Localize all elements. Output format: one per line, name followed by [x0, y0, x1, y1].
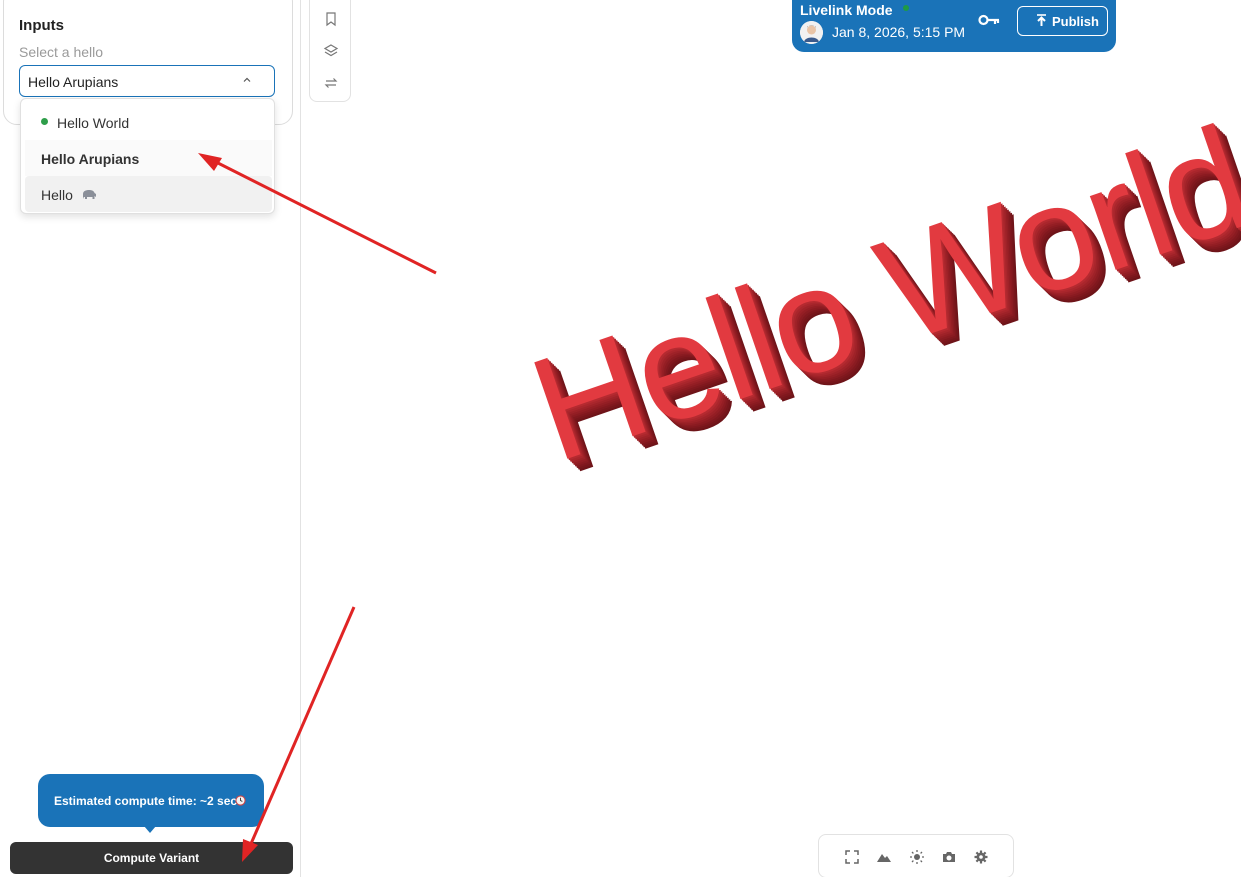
option-label: Hello World [57, 115, 130, 131]
option-label: Hello [41, 187, 73, 203]
compute-variant-button[interactable]: Compute Variant [10, 842, 293, 874]
camera-icon[interactable] [941, 849, 957, 865]
avatar[interactable] [800, 21, 823, 44]
fullscreen-icon[interactable] [844, 849, 860, 865]
3d-model-text: Hello World [512, 95, 1241, 493]
hello-select[interactable]: Hello Arupians [19, 65, 275, 97]
settings-gear-icon[interactable] [973, 849, 989, 865]
option-hello-world[interactable]: Hello World [25, 104, 272, 140]
terrain-icon[interactable] [876, 849, 892, 865]
chevron-up-icon [243, 77, 251, 82]
light-icon[interactable] [909, 849, 925, 865]
elephant-icon [83, 190, 96, 199]
left-panel: Inputs Select a hello Hello Arupians Hel… [0, 0, 301, 877]
compute-time-tooltip: Estimated compute time: ~2 sec [38, 774, 264, 833]
live-status-dot [903, 5, 909, 11]
tooltip-text: Estimated compute time: ~2 sec [54, 794, 238, 808]
inputs-title: Inputs [19, 17, 64, 34]
option-label: Hello Arupians [41, 151, 140, 167]
livelink-banner: Livelink Mode Jan 8, 2026, 5:15 PM Publi… [792, 0, 1116, 52]
viewport-controls [818, 834, 1014, 877]
publish-label: Publish [1052, 14, 1099, 29]
select-value: Hello Arupians [28, 74, 119, 90]
3d-viewport[interactable]: Hello World [302, 0, 1241, 877]
livelink-mode-title: Livelink Mode [800, 2, 893, 18]
option-hello-arupians[interactable]: Hello Arupians [25, 140, 272, 176]
publish-button[interactable]: Publish [1017, 6, 1108, 36]
banner-date: Jan 8, 2026, 5:15 PM [832, 24, 966, 40]
clock-icon [235, 795, 246, 806]
active-status-dot [41, 118, 48, 125]
select-dropdown: Hello World Hello Arupians Hello [20, 98, 275, 214]
option-hello-elephant[interactable]: Hello [25, 176, 272, 212]
key-icon[interactable] [978, 13, 1000, 27]
tooltip-tail [144, 826, 156, 833]
select-label: Select a hello [19, 44, 104, 60]
upload-icon [1037, 14, 1046, 26]
